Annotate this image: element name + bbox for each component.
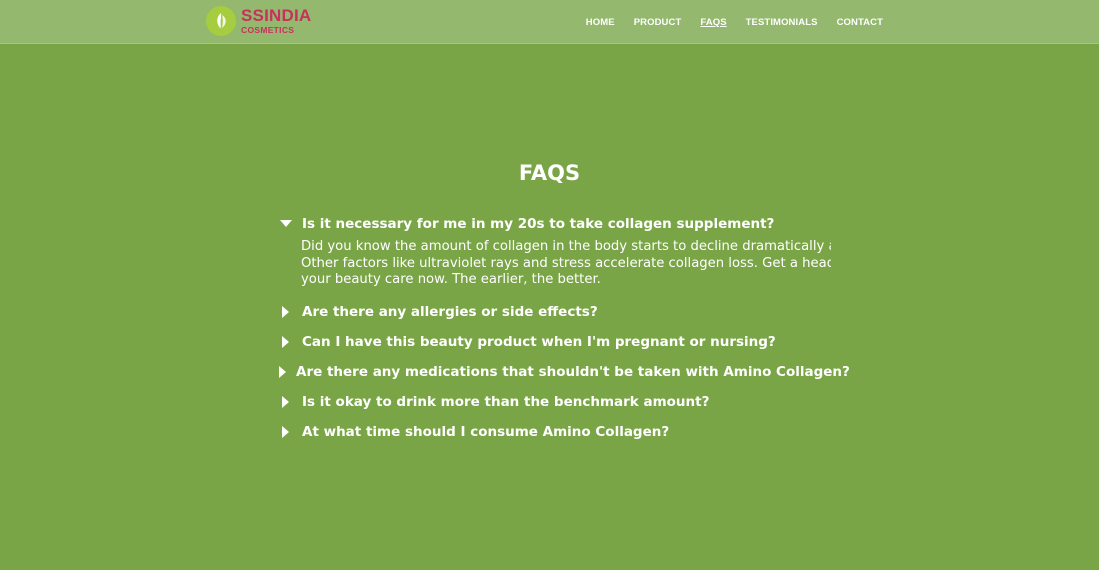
- brand-subtitle: COSMETICS: [241, 25, 295, 36]
- caret-right-icon: [279, 425, 293, 439]
- brand-logo[interactable]: SSINDIA COSMETICS: [206, 6, 311, 36]
- faq-item: Are there any allergies or side effects?: [279, 301, 839, 323]
- faq-question-toggle[interactable]: Are there any medications that shouldn't…: [279, 361, 850, 383]
- faq-item: Is it okay to drink more than the benchm…: [279, 391, 839, 413]
- faq-item: At what time should I consume Amino Coll…: [279, 421, 839, 443]
- faq-question-toggle[interactable]: Can I have this beauty product when I'm …: [279, 331, 839, 353]
- faq-question-toggle[interactable]: At what time should I consume Amino Coll…: [279, 421, 839, 443]
- nav-link-faqs[interactable]: FAQS: [700, 17, 726, 28]
- navbar: SSINDIA COSMETICS HOME PRODUCT FAQS TEST…: [0, 0, 1099, 44]
- brand-name: SSINDIA: [241, 6, 312, 26]
- faq-list: Is it necessary for me in my 20s to take…: [279, 213, 850, 451]
- faq-question-text: Are there any allergies or side effects?: [302, 303, 598, 320]
- faq-question-toggle[interactable]: Is it okay to drink more than the benchm…: [279, 391, 839, 413]
- faq-question-text: At what time should I consume Amino Coll…: [302, 423, 670, 440]
- faq-answer-line: Did you know the amount of collagen in t…: [301, 239, 831, 254]
- caret-down-icon: [279, 217, 293, 231]
- caret-right-icon: [279, 305, 293, 319]
- faq-question-text: Is it necessary for me in my 20s to take…: [302, 216, 775, 232]
- faq-item: Can I have this beauty product when I'm …: [279, 331, 839, 353]
- faq-answer-line: Other factors like ultraviolet rays and …: [301, 255, 831, 271]
- faq-item: Are there any medications that shouldn't…: [279, 361, 850, 383]
- faq-question-text: Is it okay to drink more than the benchm…: [302, 393, 710, 410]
- leaf-icon: [206, 6, 236, 36]
- nav-link-home[interactable]: HOME: [586, 17, 615, 28]
- nav-link-contact[interactable]: CONTACT: [837, 17, 883, 28]
- faq-question-text: Are there any medications that shouldn't…: [296, 363, 850, 380]
- faq-question-toggle[interactable]: Are there any allergies or side effects?: [279, 301, 839, 323]
- caret-right-icon: [279, 335, 293, 349]
- faq-question-toggle[interactable]: Is it necessary for me in my 20s to take…: [279, 213, 839, 235]
- nav-link-product[interactable]: PRODUCT: [634, 17, 682, 28]
- caret-right-icon: [279, 365, 287, 379]
- faq-answer: Did you know the amount of collagen in t…: [301, 239, 831, 289]
- faq-item: Is it necessary for me in my 20s to take…: [279, 213, 839, 289]
- faq-question-text: Can I have this beauty product when I'm …: [302, 333, 776, 350]
- page-title: FAQS: [518, 161, 581, 185]
- main-nav: HOME PRODUCT FAQS TESTIMONIALS CONTACT: [586, 0, 883, 44]
- faq-answer-line: your beauty care now. The earlier, the b…: [301, 272, 601, 288]
- caret-right-icon: [279, 395, 293, 409]
- nav-link-testimonials[interactable]: TESTIMONIALS: [746, 17, 818, 28]
